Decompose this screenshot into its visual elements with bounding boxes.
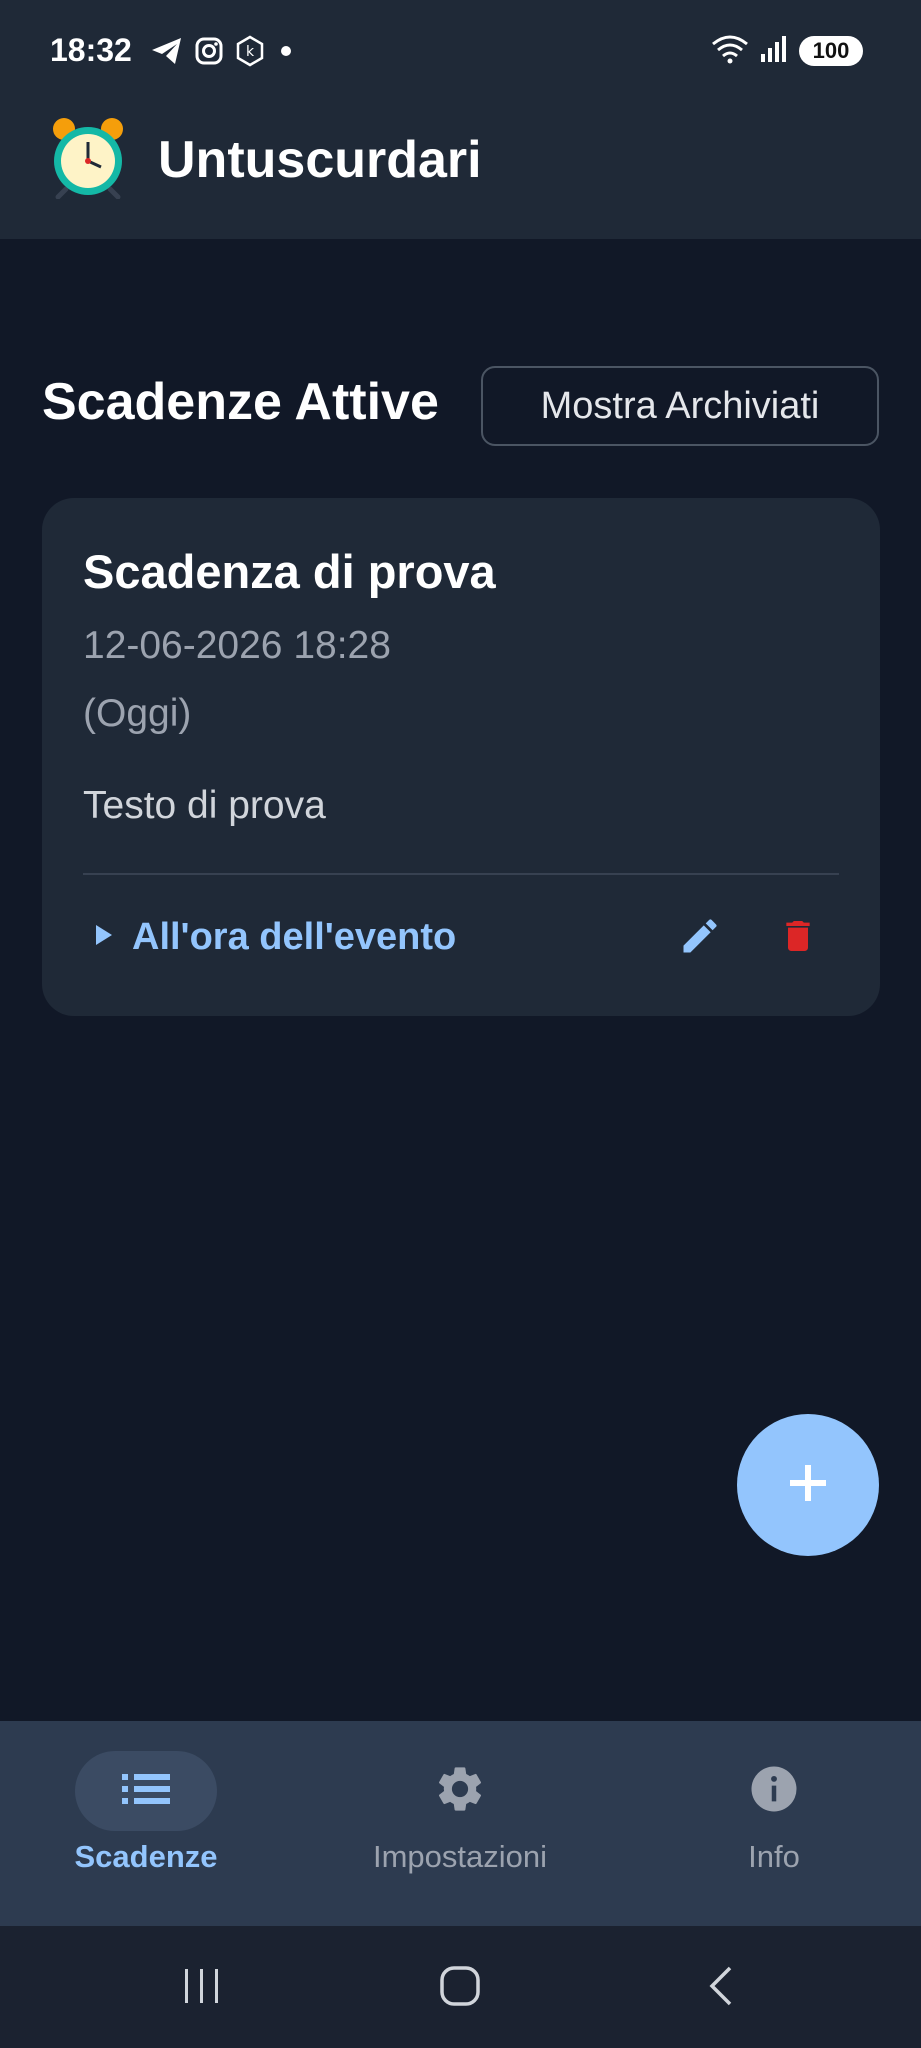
alarm-clock-icon	[48, 115, 128, 200]
nav-item-info[interactable]: Info	[644, 1751, 904, 1911]
home-icon	[438, 1964, 482, 2013]
recent-apps-button[interactable]	[172, 1960, 232, 2016]
recent-apps-icon	[181, 1965, 223, 2012]
edit-button[interactable]	[672, 910, 728, 966]
nav-label-impostazioni: Impostazioni	[372, 1839, 548, 1874]
list-icon	[122, 1772, 170, 1811]
nav-pill	[389, 1751, 531, 1831]
nav-item-scadenze[interactable]: Scadenze	[16, 1751, 276, 1911]
nav-item-impostazioni[interactable]: Impostazioni	[330, 1751, 590, 1911]
deadline-relative-day: (Oggi)	[83, 692, 192, 735]
deadline-description: Testo di prova	[83, 784, 326, 827]
wifi-icon	[711, 34, 749, 69]
status-left-icons: k	[150, 35, 296, 72]
plus-icon	[786, 1461, 830, 1510]
battery-indicator: 100	[799, 36, 863, 66]
pencil-icon	[678, 914, 722, 963]
bottom-navigation: Scadenze Impostazioni Info	[0, 1721, 921, 1926]
home-button[interactable]	[430, 1960, 490, 2016]
add-deadline-button[interactable]	[737, 1414, 879, 1556]
info-icon	[747, 1762, 801, 1821]
show-archived-button[interactable]: Mostra Archiviati	[481, 366, 879, 446]
nav-pill-active	[75, 1751, 217, 1831]
section-title: Scadenze Attive	[42, 373, 439, 431]
status-right-icons: 100	[711, 34, 863, 68]
trash-icon	[778, 914, 818, 963]
notification-dot-icon	[276, 41, 296, 66]
nav-label-scadenze: Scadenze	[74, 1839, 218, 1874]
k-app-icon: k	[234, 35, 266, 72]
system-navigation-bar	[0, 1926, 921, 2048]
reminder-label: All'ora dell'evento	[132, 916, 457, 958]
gear-icon	[433, 1762, 487, 1821]
status-bar: 18:32 k 100	[0, 0, 921, 105]
signal-icon	[759, 34, 789, 69]
card-divider	[83, 873, 839, 875]
app-title: Untuscurdari	[158, 131, 482, 189]
back-button[interactable]	[690, 1960, 750, 2016]
deadline-title: Scadenza di prova	[83, 545, 496, 598]
status-time: 18:32	[50, 32, 132, 68]
deadline-date: 12-06-2026 18:28	[83, 624, 391, 667]
app-bar: Untuscurdari	[0, 105, 921, 239]
nav-label-info: Info	[748, 1839, 800, 1874]
delete-button[interactable]	[770, 910, 826, 966]
instagram-icon	[194, 36, 224, 71]
deadline-card[interactable]: Scadenza di prova 12-06-2026 18:28 (Oggi…	[42, 498, 880, 1016]
nav-pill	[703, 1751, 845, 1831]
caret-right-icon	[92, 922, 116, 953]
reminder-toggle[interactable]: All'ora dell'evento	[92, 916, 456, 959]
svg-text:k: k	[246, 44, 255, 60]
telegram-icon	[150, 36, 184, 71]
back-arrow-icon	[702, 1964, 738, 2013]
